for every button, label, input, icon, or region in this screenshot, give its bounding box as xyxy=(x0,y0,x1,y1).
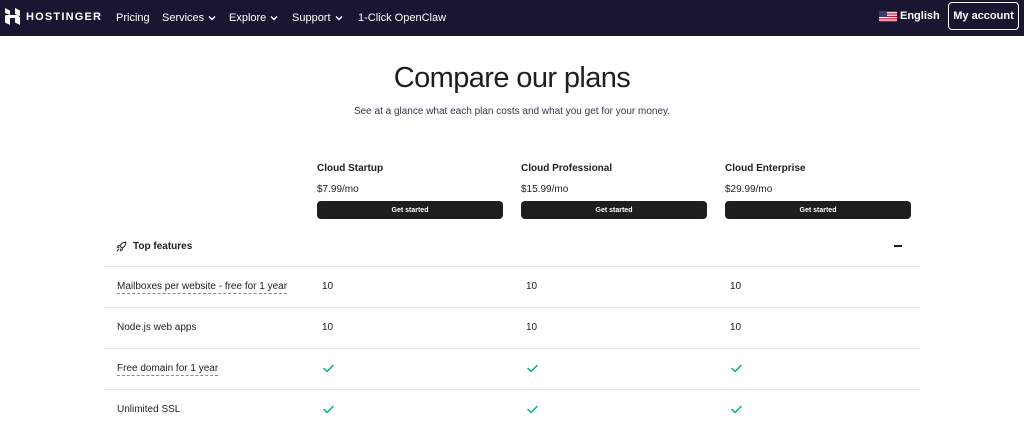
check-icon xyxy=(527,405,538,414)
logo-text: HOSTINGER xyxy=(26,10,103,23)
page-title: Compare our plans xyxy=(393,62,631,94)
feature-value: 10 xyxy=(730,281,742,292)
top-navigation-bar: HOSTINGER Pricing Services Explore Suppo… xyxy=(0,0,1024,36)
get-started-button[interactable]: Get started xyxy=(521,201,707,219)
hostinger-logo[interactable]: HOSTINGER xyxy=(5,8,102,25)
top-features-section-header[interactable]: Top features xyxy=(104,236,920,256)
plan-name: Cloud Enterprise xyxy=(725,163,806,174)
section-title: Top features xyxy=(133,240,193,252)
feature-value: 10 xyxy=(322,281,334,292)
feature-value: 10 xyxy=(526,281,538,292)
feature-label[interactable]: Free domain for 1 year xyxy=(117,363,219,376)
us-flag-icon xyxy=(879,10,897,22)
page-subtitle: See at a glance what each plan costs and… xyxy=(353,106,671,117)
check-icon xyxy=(527,364,538,373)
check-icon xyxy=(323,405,334,414)
plan-column-startup: Cloud Startup $7.99/mo Get started xyxy=(317,163,503,219)
feature-label[interactable]: Mailboxes per website - free for 1 year xyxy=(117,281,288,294)
plan-price: $15.99/mo xyxy=(521,184,569,195)
nav-item-explore[interactable]: Explore xyxy=(229,12,278,24)
collapse-minus-icon[interactable] xyxy=(894,239,904,253)
check-icon xyxy=(731,405,742,414)
nav-item-services[interactable]: Services xyxy=(162,12,216,24)
chevron-down-icon xyxy=(335,16,343,21)
feature-value: 10 xyxy=(322,322,334,333)
nav-item-openclaw[interactable]: 1-Click OpenClaw xyxy=(358,12,446,24)
language-label: English xyxy=(900,10,940,22)
feature-value: 10 xyxy=(730,322,742,333)
feature-label: Unlimited SSL xyxy=(117,404,181,415)
plan-column-professional: Cloud Professional $15.99/mo Get started xyxy=(521,163,707,219)
check-icon xyxy=(731,364,742,373)
plan-price: $29.99/mo xyxy=(725,184,773,195)
feature-label: Node.js web apps xyxy=(117,322,197,333)
language-selector[interactable]: English xyxy=(879,10,940,22)
chevron-down-icon xyxy=(208,16,216,21)
get-started-button[interactable]: Get started xyxy=(317,201,503,219)
feature-row-nodejs: Node.js web apps 10 10 10 xyxy=(104,307,920,348)
plan-name: Cloud Startup xyxy=(317,163,384,174)
nav-item-label: 1-Click OpenClaw xyxy=(358,12,447,24)
rocket-icon xyxy=(116,241,127,251)
nav-item-label: Services xyxy=(162,12,205,24)
nav-item-pricing[interactable]: Pricing xyxy=(116,12,150,24)
plan-name: Cloud Professional xyxy=(521,163,613,174)
get-started-button[interactable]: Get started xyxy=(725,201,911,219)
my-account-button[interactable]: My account xyxy=(948,2,1019,30)
plan-column-enterprise: Cloud Enterprise $29.99/mo Get started xyxy=(725,163,911,219)
nav-item-label: Support xyxy=(292,12,331,24)
nav-item-support[interactable]: Support xyxy=(292,12,343,24)
nav-item-label: Explore xyxy=(229,12,267,24)
check-icon xyxy=(323,364,334,373)
feature-row-mailboxes: Mailboxes per website - free for 1 year … xyxy=(104,266,920,307)
nav-item-label: Pricing xyxy=(116,12,150,24)
plan-price: $7.99/mo xyxy=(317,184,359,195)
hostinger-logo-icon xyxy=(5,8,20,25)
feature-value: 10 xyxy=(526,322,538,333)
feature-row-free-domain: Free domain for 1 year xyxy=(104,348,920,389)
chevron-down-icon xyxy=(270,16,278,21)
feature-row-unlimited-ssl: Unlimited SSL xyxy=(104,389,920,429)
